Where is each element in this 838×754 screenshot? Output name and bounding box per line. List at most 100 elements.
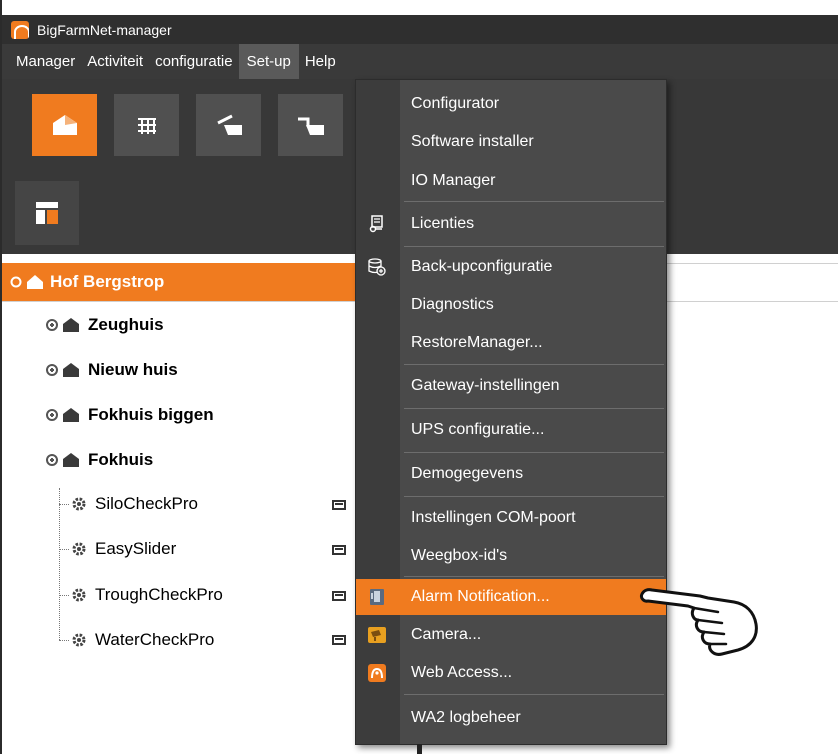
tree-connector <box>59 503 69 505</box>
menu-separator <box>404 364 664 365</box>
menu-item-label: IO Manager <box>411 172 496 189</box>
menu-item-ups-configuratie[interactable]: UPS configuratie... <box>356 412 666 448</box>
menu-separator <box>404 246 664 247</box>
menu-item-configurator[interactable]: Configurator <box>356 86 666 122</box>
gear-icon <box>72 497 86 511</box>
tree-connector <box>59 639 69 641</box>
setup-dropdown-menu: Configurator Software installer IO Manag… <box>355 79 667 745</box>
tree-connector <box>59 594 69 596</box>
gear-icon <box>72 542 86 556</box>
tree-item-label: TroughCheckPro <box>95 585 223 604</box>
tree-item-label: Nieuw huis <box>88 360 178 379</box>
menu-item-web-access[interactable]: Web Access... <box>356 655 666 691</box>
menu-separator <box>404 408 664 409</box>
menu-help[interactable]: Help <box>299 44 342 79</box>
app-window: BigFarmNet-manager Manager Activiteit co… <box>0 0 838 754</box>
menu-item-label: Gateway-instellingen <box>411 377 560 394</box>
menu-separator <box>404 694 664 695</box>
menu-item-restoremanager[interactable]: RestoreManager... <box>356 325 666 361</box>
menu-item-wa2-logbeheer[interactable]: WA2 logbeheer <box>356 700 666 736</box>
menu-item-label: Camera... <box>411 626 482 643</box>
phone-alarm-icon <box>367 587 387 607</box>
tree-item-easyslider[interactable]: EasySlider <box>59 534 359 564</box>
menu-configuratie[interactable]: configuratie <box>149 44 239 79</box>
tree-item-label: EasySlider <box>95 539 177 558</box>
farm-view-button[interactable] <box>32 94 97 156</box>
grid-pen-icon <box>137 118 156 134</box>
menu-item-diagnostics[interactable]: Diagnostics <box>356 287 666 323</box>
device-status-icon <box>332 635 346 645</box>
menu-separator <box>404 452 664 453</box>
tree-root[interactable]: Hof Bergstrop <box>2 263 357 301</box>
expand-icon[interactable] <box>46 364 58 376</box>
menu-item-label: RestoreManager... <box>411 334 543 351</box>
pointing-hand-icon <box>640 588 758 656</box>
menu-item-label: Software installer <box>411 133 534 150</box>
menu-item-instellingen-com-poort[interactable]: Instellingen COM-poort <box>356 500 666 536</box>
house-icon <box>63 453 79 467</box>
menu-item-label: Diagnostics <box>411 296 494 313</box>
expand-icon[interactable] <box>46 319 58 331</box>
web-access-icon <box>367 663 387 683</box>
tree-item-fokhuis[interactable]: Fokhuis <box>46 445 153 475</box>
feed-left-button[interactable] <box>196 94 261 156</box>
layout-button[interactable] <box>15 181 79 245</box>
tree-item-label: SiloCheckPro <box>95 494 198 513</box>
expand-icon[interactable] <box>46 409 58 421</box>
menu-item-gateway-instellingen[interactable]: Gateway-instellingen <box>356 368 666 404</box>
gear-icon <box>72 588 86 602</box>
layout-panel-icon <box>36 202 58 224</box>
menu-bar: Manager Activiteit configuratie Set-up H… <box>2 44 838 79</box>
menu-item-label: Web Access... <box>411 664 513 681</box>
menu-item-back-upconfiguratie[interactable]: Back-upconfiguratie <box>356 249 666 285</box>
tree-item-label: Fokhuis biggen <box>88 405 214 424</box>
feed-left-icon <box>216 114 242 135</box>
menu-setup[interactable]: Set-up <box>238 44 299 79</box>
menu-manager[interactable]: Manager <box>10 44 81 79</box>
expand-icon[interactable] <box>46 454 58 466</box>
tree-item-silocheckpro[interactable]: SiloCheckPro <box>59 489 359 519</box>
scroll-indicator <box>417 744 422 754</box>
window-title: BigFarmNet-manager <box>37 21 172 38</box>
camera-icon <box>367 625 387 645</box>
menu-separator <box>404 496 664 497</box>
menu-item-label: WA2 logbeheer <box>411 709 521 726</box>
tree-item-watercheckpro[interactable]: WaterCheckPro <box>59 625 359 655</box>
menu-item-io-manager[interactable]: IO Manager <box>356 163 666 199</box>
tree-item-fokhuis-biggen[interactable]: Fokhuis biggen <box>46 400 214 430</box>
menu-item-label: Alarm Notification... <box>411 588 550 605</box>
tree-item-zeughuis[interactable]: Zeughuis <box>46 310 164 340</box>
tree-item-label: WaterCheckPro <box>95 630 215 649</box>
menu-activiteit[interactable]: Activiteit <box>81 44 149 79</box>
menu-item-weegbox-ids[interactable]: Weegbox-id's <box>356 538 666 574</box>
grid-edit-button[interactable] <box>114 94 179 156</box>
tree-item-nieuw-huis[interactable]: Nieuw huis <box>46 355 178 385</box>
title-bar: BigFarmNet-manager <box>2 15 838 44</box>
database-backup-icon <box>367 257 387 277</box>
house-icon <box>63 408 79 422</box>
menu-item-label: UPS configuratie... <box>411 421 545 438</box>
gear-icon <box>72 633 86 647</box>
menu-item-licenties[interactable]: Licenties <box>356 206 666 242</box>
menu-item-software-installer[interactable]: Software installer <box>356 124 666 160</box>
house-icon <box>63 363 79 377</box>
menu-separator <box>404 201 664 202</box>
bigfarmnet-logo-icon <box>11 20 29 39</box>
device-status-icon <box>332 545 346 555</box>
menu-item-camera[interactable]: Camera... <box>356 617 666 653</box>
menu-item-label: Configurator <box>411 95 500 112</box>
feed-right-icon <box>297 117 324 135</box>
device-status-icon <box>332 500 346 510</box>
tree-item-troughcheckpro[interactable]: TroughCheckPro <box>59 580 359 610</box>
menu-item-label: Instellingen COM-poort <box>411 509 576 526</box>
farm-house-icon <box>52 115 77 135</box>
menu-item-label: Demogegevens <box>411 465 524 482</box>
feed-right-button[interactable] <box>278 94 343 156</box>
tree-root-label: Hof Bergstrop <box>50 272 165 291</box>
tree-item-label: Zeughuis <box>88 315 164 334</box>
collapse-icon[interactable] <box>10 276 22 288</box>
menu-item-demogegevens[interactable]: Demogegevens <box>356 456 666 492</box>
tree-connector <box>59 548 69 550</box>
menu-item-alarm-notification[interactable]: Alarm Notification... <box>356 579 666 615</box>
device-status-icon <box>332 591 346 601</box>
